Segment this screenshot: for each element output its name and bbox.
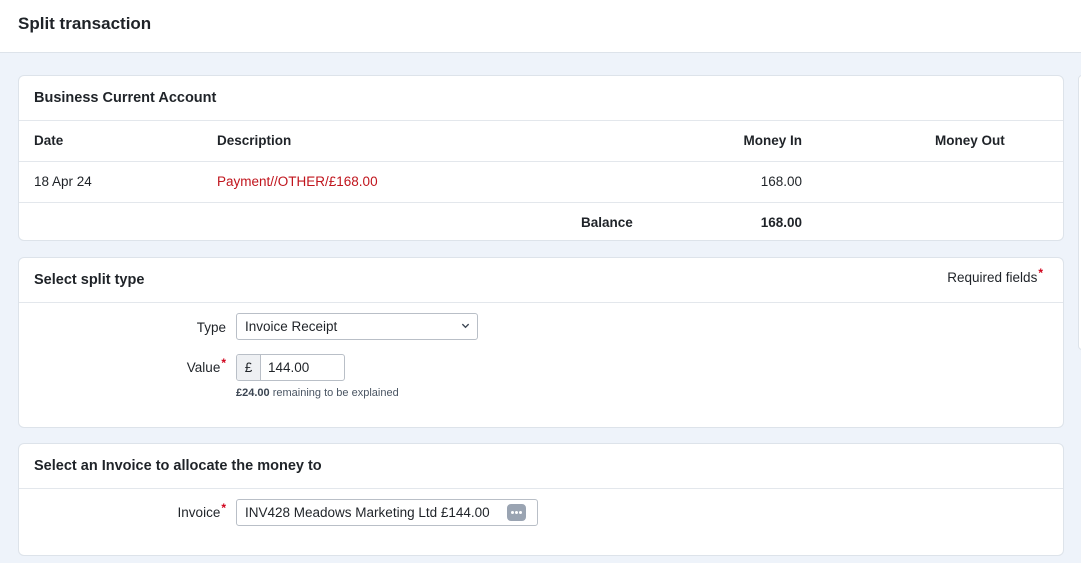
chevron-down-icon xyxy=(461,323,470,329)
currency-symbol: £ xyxy=(237,355,261,380)
value-input[interactable]: 144.00 xyxy=(268,360,309,375)
required-fields-text: Required fields xyxy=(947,270,1038,285)
column-header-money-in[interactable]: Money In xyxy=(743,133,802,148)
required-fields-note: Required fields* xyxy=(947,266,1043,285)
column-header-description[interactable]: Description xyxy=(217,133,291,148)
type-select-value: Invoice Receipt xyxy=(245,319,338,334)
invoice-label: Invoice xyxy=(177,505,221,520)
required-marker: * xyxy=(1038,266,1043,280)
invoice-label-wrap: Invoice* xyxy=(36,501,226,520)
invoice-card: Select an Invoice to allocate the money … xyxy=(18,443,1064,556)
account-card: Business Current Account Date Descriptio… xyxy=(18,75,1064,241)
remaining-amount: £24.00 xyxy=(236,387,270,399)
value-input-group: £ 144.00 xyxy=(236,354,345,381)
split-type-card-header: Select split type Required fields* xyxy=(19,258,1063,303)
column-header-money-out[interactable]: Money Out xyxy=(935,133,1005,148)
invoice-card-title: Select an Invoice to allocate the money … xyxy=(34,458,322,474)
column-header-date[interactable]: Date xyxy=(34,133,63,148)
value-label-wrap: Value* xyxy=(36,356,226,375)
invoice-value: INV428 Meadows Marketing Ltd £144.00 xyxy=(245,505,490,520)
remaining-text: remaining to be explained xyxy=(269,387,399,399)
account-title: Business Current Account xyxy=(34,90,217,106)
balance-label: Balance xyxy=(581,215,633,230)
value-label: Value xyxy=(186,360,221,375)
split-type-card: Select split type Required fields* Type … xyxy=(18,257,1064,428)
account-card-header: Business Current Account xyxy=(19,76,1063,121)
transaction-table: Date Description Money In Money Out 18 A… xyxy=(19,121,1063,240)
balance-row: Balance 168.00 xyxy=(19,203,1063,240)
page-header: Split transaction xyxy=(0,0,1081,53)
page-title: Split transaction xyxy=(18,14,152,33)
table-header-row: Date Description Money In Money Out xyxy=(19,121,1063,162)
required-marker: * xyxy=(221,356,226,370)
transaction-description-link[interactable]: Payment//OTHER/£168.00 xyxy=(217,174,378,189)
table-row: 18 Apr 24 Payment//OTHER/£168.00 168.00 xyxy=(19,162,1063,203)
invoice-card-header: Select an Invoice to allocate the money … xyxy=(19,444,1063,489)
balance-value: 168.00 xyxy=(760,215,802,230)
ellipsis-icon[interactable] xyxy=(507,504,526,521)
required-marker: * xyxy=(221,501,226,515)
transaction-money-in: 168.00 xyxy=(760,174,802,189)
split-type-title: Select split type xyxy=(34,272,145,288)
remaining-to-explain: £24.00 remaining to be explained xyxy=(236,387,399,399)
transaction-date: 18 Apr 24 xyxy=(34,174,92,189)
type-select[interactable]: Invoice Receipt xyxy=(236,313,478,340)
invoice-field[interactable]: INV428 Meadows Marketing Ltd £144.00 xyxy=(236,499,538,526)
type-label: Type xyxy=(196,320,226,335)
